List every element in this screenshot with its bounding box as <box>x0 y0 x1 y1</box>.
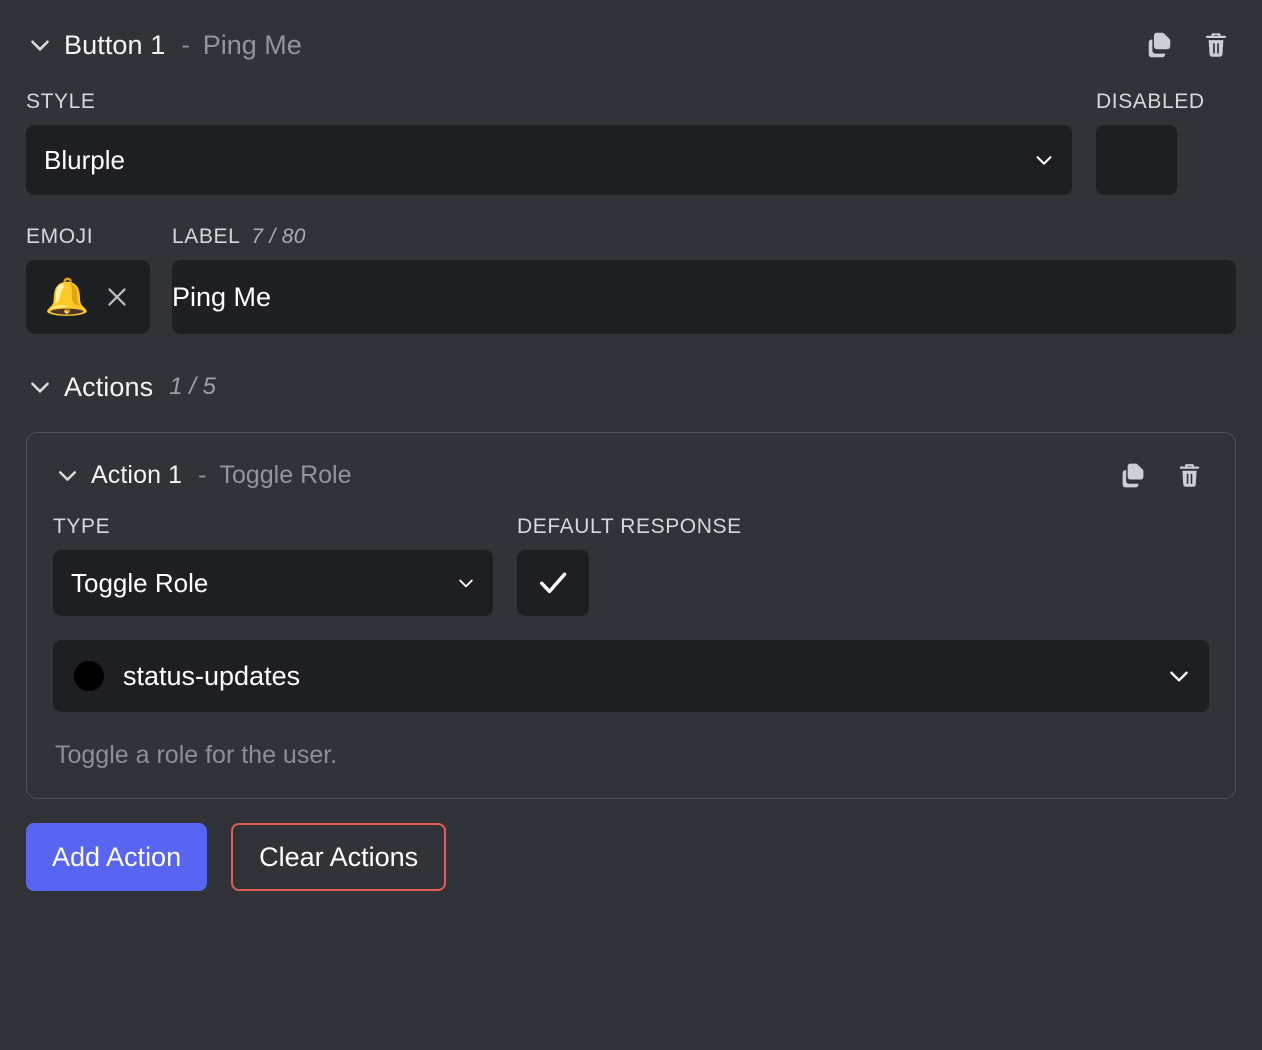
label-input[interactable]: Ping Me <box>172 260 1236 334</box>
role-select-value: status-updates <box>123 660 301 691</box>
label-input-value: Ping Me <box>172 281 272 312</box>
style-row: STYLE Blurple DISABLED <box>26 90 1236 195</box>
action-card-subtitle: Toggle Role <box>219 460 352 489</box>
actions-counter: 1 / 5 <box>169 373 216 400</box>
bell-icon: 🔔 <box>44 276 90 317</box>
style-select-value: Blurple <box>44 144 125 175</box>
clear-actions-button[interactable]: Clear Actions <box>231 823 447 891</box>
type-field: TYPE Toggle Role <box>53 515 493 616</box>
chevron-down-icon[interactable] <box>1166 663 1192 689</box>
emoji-label-row: EMOJI 🔔 LABEL 7 / 80 Ping Me <box>26 225 1236 334</box>
label-field-label: LABEL <box>172 225 241 248</box>
chevron-down-icon[interactable] <box>26 31 54 59</box>
chevron-down-icon[interactable] <box>456 573 476 593</box>
disabled-label: DISABLED <box>1096 90 1205 113</box>
close-icon[interactable] <box>103 283 131 311</box>
action-card-title: Action 1 <box>91 460 183 489</box>
emoji-label: EMOJI <box>26 225 94 248</box>
chevron-down-icon[interactable] <box>53 461 81 489</box>
action-card-header[interactable]: Action 1 - Toggle Role <box>53 433 1209 497</box>
style-field: STYLE Blurple <box>26 90 1072 195</box>
duplicate-icon[interactable] <box>1113 455 1153 495</box>
button-section-title: Button 1 <box>64 29 166 60</box>
trash-icon[interactable] <box>1196 25 1236 65</box>
type-select-value: Toggle Role <box>71 567 209 598</box>
type-label: TYPE <box>53 515 111 538</box>
style-label: STYLE <box>26 90 96 113</box>
duplicate-icon[interactable] <box>1140 25 1180 65</box>
disabled-field: DISABLED <box>1096 90 1236 195</box>
actions-section-header[interactable]: Actions 1 / 5 <box>26 334 1236 410</box>
action-card: Action 1 - Toggle Role TYPE Toggle Role … <box>26 432 1236 799</box>
disabled-checkbox[interactable] <box>1096 125 1177 195</box>
default-response-checkbox[interactable] <box>517 550 589 616</box>
type-select[interactable]: Toggle Role <box>53 550 493 616</box>
add-action-button[interactable]: Add Action <box>26 823 208 891</box>
emoji-picker-button[interactable]: 🔔 <box>26 260 150 334</box>
label-field: LABEL 7 / 80 Ping Me <box>172 225 1236 334</box>
default-response-field: DEFAULT RESPONSE <box>517 515 742 616</box>
chevron-down-icon[interactable] <box>26 373 54 401</box>
role-color-dot-icon <box>74 661 104 691</box>
button-section-subtitle: Ping Me <box>202 29 302 60</box>
style-select[interactable]: Blurple <box>26 125 1072 195</box>
action-description: Toggle a role for the user. <box>55 741 338 769</box>
check-icon <box>535 565 571 601</box>
role-select[interactable]: status-updates <box>53 640 1209 712</box>
button-editor-panel: Button 1 - Ping Me STYLE Blurple DISABLE… <box>0 0 1262 1050</box>
emoji-field: EMOJI 🔔 <box>26 225 150 334</box>
actions-section-title: Actions <box>64 371 154 402</box>
type-row: TYPE Toggle Role DEFAULT RESPONSE <box>53 515 1209 616</box>
button-section-separator: - <box>181 30 190 59</box>
footer-button-row: Add Action Clear Actions <box>26 823 1236 891</box>
action-card-separator: - <box>198 460 207 489</box>
button-section-header[interactable]: Button 1 - Ping Me <box>26 0 1236 68</box>
chevron-down-icon[interactable] <box>1033 149 1055 171</box>
default-response-label: DEFAULT RESPONSE <box>517 515 742 538</box>
label-char-counter: 7 / 80 <box>251 225 306 248</box>
trash-icon[interactable] <box>1169 455 1209 495</box>
